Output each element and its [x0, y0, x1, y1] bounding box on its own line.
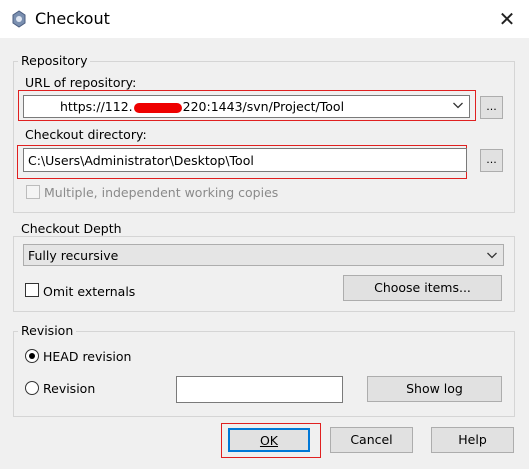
multiple-copies-checkbox[interactable] [26, 185, 40, 199]
radio-selected-dot [29, 353, 35, 359]
help-button[interactable]: Help [431, 427, 514, 453]
url-label: URL of repository: [25, 75, 137, 90]
chevron-down-icon[interactable] [486, 248, 498, 262]
checkout-directory-label: Checkout directory: [25, 127, 147, 142]
choose-items-button[interactable]: Choose items... [343, 275, 502, 301]
depth-dropdown[interactable]: Fully recursive [23, 244, 504, 266]
omit-externals-label: Omit externals [43, 284, 136, 299]
revision-input[interactable] [176, 376, 343, 403]
url-value: https://112. 220:1443/svn/Project/Tool [60, 99, 345, 114]
revision-group-label: Revision [18, 323, 77, 338]
head-revision-radio[interactable] [25, 349, 39, 363]
checkout-depth-group-label: Checkout Depth [18, 221, 125, 236]
url-combobox[interactable]: https://112. 220:1443/svn/Project/Tool [23, 95, 470, 118]
repository-group-label: Repository [18, 53, 91, 68]
omit-externals-checkbox[interactable] [25, 283, 39, 297]
app-icon [9, 9, 29, 29]
close-icon[interactable]: ✕ [492, 5, 522, 33]
multiple-copies-label: Multiple, independent working copies [44, 185, 279, 200]
revision-radio[interactable] [25, 381, 39, 395]
url-browse-button[interactable]: ... [480, 96, 503, 119]
show-log-button[interactable]: Show log [367, 376, 502, 402]
window-title: Checkout [35, 9, 110, 28]
revision-group [13, 331, 515, 417]
cancel-button[interactable]: Cancel [330, 427, 413, 453]
revision-label: Revision [43, 381, 96, 396]
head-revision-label: HEAD revision [43, 349, 132, 364]
chevron-down-icon[interactable] [452, 98, 464, 112]
directory-browse-button[interactable]: ... [480, 149, 503, 172]
checkout-directory-input[interactable]: C:\Users\Administrator\Desktop\Tool [23, 148, 467, 172]
ok-button[interactable]: OK [228, 428, 310, 452]
url-redaction [133, 102, 182, 113]
